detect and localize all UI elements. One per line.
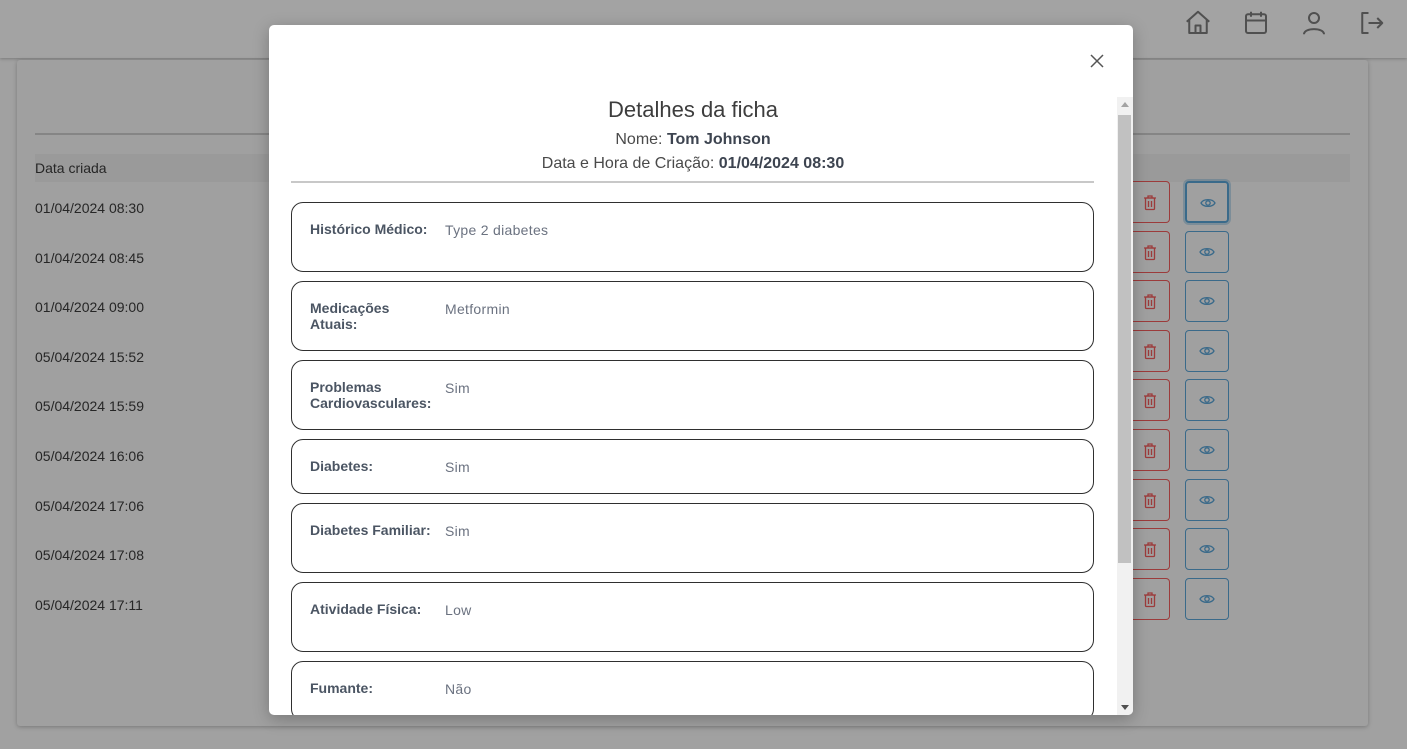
eye-icon — [1199, 297, 1215, 306]
trash-icon — [1144, 492, 1156, 508]
view-button[interactable] — [1185, 429, 1229, 471]
trash-icon — [1144, 393, 1156, 409]
patient-name-line: Nome: Tom Johnson — [269, 131, 1117, 149]
delete-button[interactable] — [1128, 181, 1170, 223]
trash-icon — [1144, 244, 1156, 260]
field-card: Problemas Cardiovasculares: Sim — [291, 360, 1094, 430]
view-button[interactable] — [1185, 577, 1229, 620]
field-label: Diabetes Familiar: — [310, 522, 431, 538]
modal-scroll-area[interactable]: Detalhes da ficha Nome: Tom Johnson Data… — [269, 97, 1117, 715]
field-value: Sim — [445, 523, 471, 539]
table-row-date: 05/04/2024 17:11 — [35, 596, 143, 613]
field-card: Diabetes: Sim — [291, 439, 1094, 494]
trash-icon — [1144, 344, 1156, 359]
delete-button[interactable] — [1128, 429, 1170, 471]
table-row-date: 05/04/2024 17:08 — [35, 547, 144, 564]
field-label: Histórico Médico: — [310, 221, 428, 237]
eye-icon — [1199, 247, 1215, 256]
scroll-thumb[interactable] — [1118, 115, 1131, 563]
table-row-date: 01/04/2024 09:00 — [35, 299, 144, 316]
field-label: Fumante: — [310, 680, 373, 696]
close-icon[interactable] — [1087, 51, 1107, 71]
delete-button[interactable] — [1128, 379, 1170, 422]
view-button[interactable] — [1185, 379, 1229, 422]
field-value: Low — [445, 602, 472, 618]
created-at-value: 01/04/2024 08:30 — [718, 155, 845, 172]
field-card: Fumante: Não — [291, 661, 1094, 715]
patient-name: Tom Johnson — [666, 131, 771, 148]
field-label: Diabetes: — [310, 458, 374, 474]
eye-icon — [1200, 198, 1216, 208]
modal-scrollbar[interactable] — [1117, 97, 1133, 715]
name-label: Nome: — [615, 131, 663, 148]
scroll-up-arrow[interactable] — [1117, 97, 1133, 113]
calendar-icon[interactable] — [1241, 8, 1271, 38]
delete-button[interactable] — [1128, 329, 1170, 372]
view-button[interactable] — [1185, 181, 1229, 223]
scroll-down-arrow[interactable] — [1117, 699, 1133, 715]
delete-button[interactable] — [1128, 478, 1170, 521]
view-button[interactable] — [1185, 329, 1229, 372]
logout-icon[interactable] — [1356, 8, 1386, 38]
trash-icon — [1144, 443, 1156, 459]
eye-icon — [1199, 396, 1215, 405]
modal-title: Detalhes da ficha — [608, 97, 778, 122]
field-label: Atividade Física: — [310, 601, 422, 617]
trash-icon — [1144, 195, 1156, 211]
eye-icon — [1199, 346, 1215, 355]
delete-button[interactable] — [1128, 280, 1170, 323]
table-row-date: 05/04/2024 17:06 — [35, 497, 144, 514]
eye-icon — [1199, 594, 1215, 603]
eye-icon — [1199, 495, 1215, 504]
created-label: Data e Hora de Criação: — [541, 155, 715, 172]
user-icon[interactable] — [1299, 8, 1329, 38]
field-value: Metformin — [445, 301, 510, 317]
field-value: Sim — [445, 380, 471, 396]
trash-icon — [1144, 542, 1156, 558]
eye-icon — [1199, 545, 1215, 554]
delete-button[interactable] — [1128, 528, 1170, 571]
view-button[interactable] — [1185, 230, 1229, 273]
trash-icon — [1144, 592, 1156, 607]
field-label: Medicações Atuais: — [310, 300, 390, 332]
field-label: Problemas Cardiovasculares: — [310, 379, 432, 411]
column-header-date: Data criada — [35, 160, 107, 176]
table-row-date: 05/04/2024 15:59 — [35, 398, 144, 415]
view-button[interactable] — [1185, 528, 1229, 571]
delete-button[interactable] — [1128, 230, 1170, 273]
field-card: Diabetes Familiar: Sim — [291, 503, 1094, 573]
view-button[interactable] — [1185, 280, 1229, 323]
field-value: Sim — [445, 459, 471, 475]
created-at-line: Data e Hora de Criação: 01/04/2024 08:30 — [269, 155, 1117, 173]
field-value: Type 2 diabetes — [445, 222, 549, 238]
record-details-modal: Detalhes da ficha Nome: Tom Johnson Data… — [269, 25, 1133, 715]
eye-icon — [1199, 445, 1215, 455]
table-row-date: 01/04/2024 08:30 — [35, 200, 144, 216]
trash-icon — [1144, 294, 1156, 310]
home-icon[interactable] — [1183, 8, 1213, 38]
view-button[interactable] — [1185, 478, 1229, 521]
field-card: Histórico Médico: Type 2 diabetes — [291, 202, 1094, 272]
table-row-date: 01/04/2024 08:45 — [35, 249, 144, 266]
table-row-date: 05/04/2024 15:52 — [35, 348, 144, 365]
field-card: Atividade Física: Low — [291, 582, 1094, 652]
table-row-date: 05/04/2024 16:06 — [35, 448, 144, 464]
field-card: Medicações Atuais: Metformin — [291, 281, 1094, 351]
field-value: Não — [445, 681, 472, 697]
header-divider — [291, 181, 1094, 183]
delete-button[interactable] — [1128, 577, 1170, 620]
